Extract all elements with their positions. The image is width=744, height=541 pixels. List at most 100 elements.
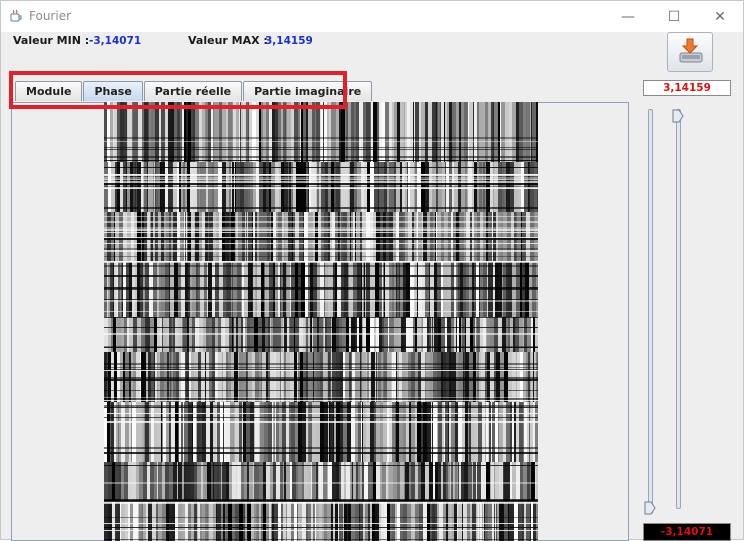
phase-stripe — [345, 102, 346, 162]
phase-stripe — [228, 502, 232, 541]
phase-stripe — [363, 102, 366, 162]
phase-stripe — [127, 102, 128, 162]
phase-stripe — [480, 502, 482, 541]
phase-stripe — [200, 502, 202, 541]
phase-streak — [104, 421, 538, 423]
phase-stripe — [341, 102, 345, 162]
phase-stripe — [405, 102, 407, 162]
phase-stripe — [423, 502, 427, 541]
phase-stripe — [283, 502, 286, 541]
phase-stripe — [171, 102, 174, 162]
phase-stripe — [112, 502, 115, 541]
phase-stripe — [414, 102, 415, 162]
phase-stripe — [485, 102, 488, 162]
tabs-highlight-box — [9, 71, 347, 109]
title-bar[interactable]: Fourier — ☐ ✕ — [1, 1, 743, 32]
phase-stripe — [278, 502, 281, 541]
phase-stripe — [108, 502, 112, 541]
phase-stripe — [523, 102, 526, 162]
phase-stripe — [452, 102, 456, 162]
phase-stripe — [202, 502, 205, 541]
phase-stripe — [519, 102, 523, 162]
phase-stripe — [308, 502, 311, 541]
phase-stripe — [178, 502, 181, 541]
phase-stripe — [437, 102, 438, 162]
phase-stripe — [532, 102, 536, 162]
phase-stripe — [281, 502, 282, 541]
min-range-display: -3,14071 — [643, 523, 731, 541]
lower-range-slider-thumb[interactable] — [644, 501, 656, 515]
phase-stripe — [158, 502, 162, 541]
phase-stripe — [186, 102, 188, 162]
phase-streak — [104, 407, 538, 408]
phase-stripe — [182, 102, 184, 162]
phase-stripe — [206, 102, 208, 162]
phase-stripe — [360, 502, 363, 541]
phase-stripe — [498, 102, 500, 162]
phase-stripe — [240, 102, 241, 162]
phase-stripe — [185, 502, 188, 541]
phase-stripe — [476, 502, 477, 541]
phase-stripe — [216, 502, 217, 541]
phase-stripe — [188, 502, 191, 541]
max-value: 3,14159 — [265, 35, 313, 47]
phase-stripe — [132, 102, 133, 162]
phase-stripe — [286, 502, 287, 541]
phase-stripe — [347, 502, 348, 541]
phase-stripe — [232, 502, 235, 541]
phase-stripe — [121, 502, 125, 541]
phase-stripe — [327, 102, 329, 162]
phase-stripe — [324, 502, 327, 541]
phase-streak — [104, 238, 538, 240]
phase-stripe — [359, 502, 360, 541]
phase-stripe — [392, 502, 395, 541]
phase-stripe — [336, 102, 339, 162]
save-button[interactable] — [667, 32, 713, 72]
phase-stripe — [307, 102, 308, 162]
phase-stripe — [343, 502, 344, 541]
phase-stripe — [315, 102, 316, 162]
phase-stripe — [536, 102, 538, 162]
phase-stripe — [287, 102, 291, 162]
maximize-button[interactable]: ☐ — [651, 1, 697, 32]
phase-stripe — [197, 502, 198, 541]
phase-image — [104, 102, 538, 541]
phase-streak — [104, 261, 538, 262]
lower-range-slider-track[interactable] — [648, 109, 653, 514]
phase-stripe — [468, 102, 469, 162]
phase-streak — [104, 377, 538, 379]
phase-stripe — [524, 502, 526, 541]
phase-stripe — [211, 102, 213, 162]
save-to-disk-icon — [679, 38, 703, 63]
phase-streak — [104, 160, 538, 161]
phase-stripe — [274, 502, 278, 541]
phase-stripe — [509, 102, 512, 162]
phase-stripe — [526, 502, 530, 541]
phase-stripe — [477, 102, 479, 162]
phase-streak — [104, 369, 538, 370]
phase-stripe — [385, 102, 389, 162]
phase-stripe — [249, 102, 252, 162]
phase-stripe — [184, 102, 186, 162]
phase-stripe — [159, 102, 161, 162]
phase-stripe — [177, 102, 180, 162]
phase-streak — [104, 333, 538, 335]
phase-streak — [104, 370, 538, 371]
phase-stripe — [373, 102, 377, 162]
max-range-display: 3,14159 — [643, 80, 731, 96]
phase-stripe — [370, 102, 371, 162]
phase-stripe — [413, 502, 415, 541]
minimize-button[interactable]: — — [605, 1, 651, 32]
upper-range-slider-thumb[interactable] — [672, 109, 684, 123]
phase-stripe — [283, 102, 285, 162]
phase-stripe — [128, 102, 132, 162]
phase-stripe — [443, 502, 446, 541]
phase-stripe — [257, 502, 259, 541]
phase-streak — [104, 311, 538, 312]
close-button[interactable]: ✕ — [697, 1, 743, 32]
phase-stripe — [436, 102, 437, 162]
phase-stripe — [194, 502, 197, 541]
phase-stripe — [294, 502, 297, 541]
phase-streak — [104, 527, 538, 528]
upper-range-slider-track[interactable] — [676, 109, 681, 509]
